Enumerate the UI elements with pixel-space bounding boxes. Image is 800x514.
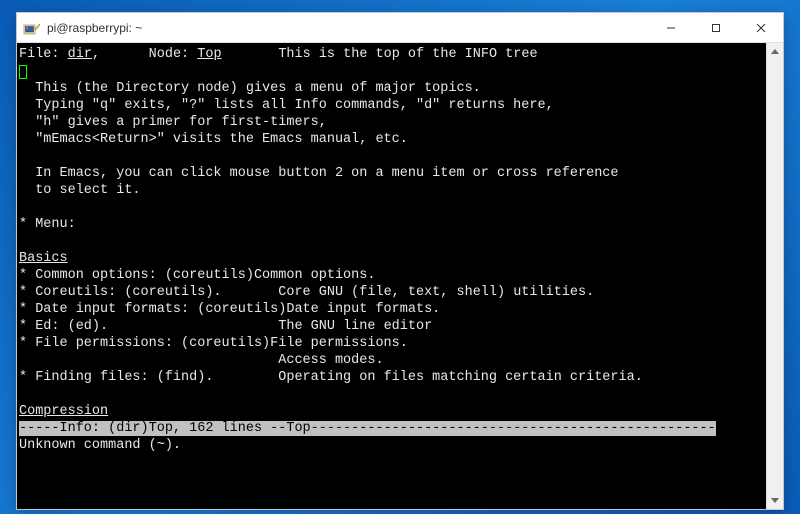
section-title-compression: Compression [19,404,108,419]
intro-line: This (the Directory node) gives a menu o… [19,81,481,96]
minimize-button[interactable] [648,13,693,42]
intro-line: "mEmacs<Return>" visits the Emacs manual… [19,132,408,147]
menu-item[interactable]: * Finding files: (find). Operating on fi… [19,370,643,385]
menu-heading: * Menu: [19,217,76,232]
putty-icon [23,19,41,37]
menu-item[interactable]: * Ed: (ed). The GNU line editor [19,319,432,334]
menu-item[interactable]: * File permissions: (coreutils)File perm… [19,336,408,351]
menu-item[interactable]: * Common options: (coreutils)Common opti… [19,268,375,283]
command-line[interactable]: Unknown command (~). [19,438,181,453]
scroll-up-icon[interactable] [767,43,783,60]
titlebar[interactable]: pi@raspberrypi: ~ [17,13,783,43]
maximize-button[interactable] [693,13,738,42]
intro-line: Typing "q" exits, "?" lists all Info com… [19,98,554,113]
menu-item[interactable]: * Date input formats: (coreutils)Date in… [19,302,440,317]
intro-line: In Emacs, you can click mouse button 2 o… [19,166,619,181]
menu-item-desc: Access modes. [19,353,384,368]
terminal-area: File: dir, Node: Top This is the top of … [17,43,783,509]
terminal[interactable]: File: dir, Node: Top This is the top of … [17,43,766,509]
menu-item[interactable]: * Coreutils: (coreutils). Core GNU (file… [19,285,594,300]
info-statusline: -----Info: (dir)Top, 162 lines --Top----… [19,421,716,436]
window-controls [648,13,783,42]
window-title: pi@raspberrypi: ~ [47,21,648,35]
intro-line: "h" gives a primer for first-timers, [19,115,327,130]
scrollbar[interactable] [766,43,783,509]
terminal-window: pi@raspberrypi: ~ File: dir, Node: Top T… [16,12,784,510]
close-button[interactable] [738,13,783,42]
info-header: File: dir, Node: Top This is the top of … [19,47,538,62]
scroll-down-icon[interactable] [767,492,783,509]
intro-line: to select it. [19,183,141,198]
section-title-basics: Basics [19,251,68,266]
cursor [19,65,27,79]
